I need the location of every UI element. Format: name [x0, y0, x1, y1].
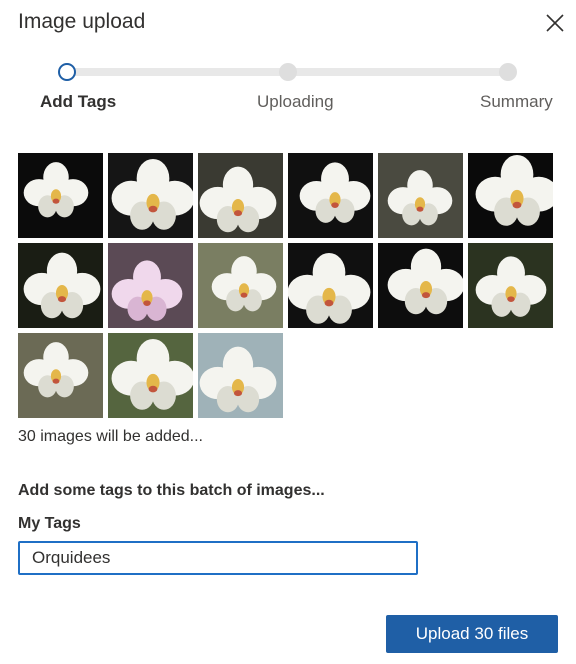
thumbnail-image: [288, 153, 373, 238]
step-label-add-tags: Add Tags: [40, 92, 117, 111]
thumbnail-image: [18, 243, 103, 328]
thumbnail-image: [198, 333, 283, 418]
progress-stepper: Add Tags Uploading Summary: [0, 58, 576, 118]
step-dot-add-tags: [58, 63, 76, 81]
thumbnail-image: [198, 243, 283, 328]
thumbnail-image: [108, 243, 193, 328]
thumbnail-image: [18, 333, 103, 418]
step-label-uploading: Uploading: [257, 92, 334, 111]
thumbnail-image: [468, 153, 553, 238]
thumbnail-image: [468, 243, 553, 328]
thumbnail-image: [108, 153, 193, 238]
close-icon: [546, 14, 564, 32]
thumbnail-image: [18, 153, 103, 238]
step-dot-summary: [499, 63, 517, 81]
thumbnail-image: [198, 153, 283, 238]
close-button[interactable]: [540, 8, 570, 38]
thumbnail-image: [378, 153, 463, 238]
dialog-title: Image upload: [18, 10, 146, 33]
step-label-summary: Summary: [480, 92, 553, 111]
thumbnail-image: [378, 243, 463, 328]
thumbnail-image: [288, 243, 373, 328]
image-count-text: 30 images will be added...: [18, 428, 203, 445]
thumbnail-image: [108, 333, 193, 418]
my-tags-input[interactable]: [18, 541, 418, 575]
upload-button[interactable]: Upload 30 files: [386, 615, 558, 653]
tags-heading: Add some tags to this batch of images...: [18, 482, 325, 499]
step-dot-uploading: [279, 63, 297, 81]
my-tags-label: My Tags: [18, 515, 81, 532]
